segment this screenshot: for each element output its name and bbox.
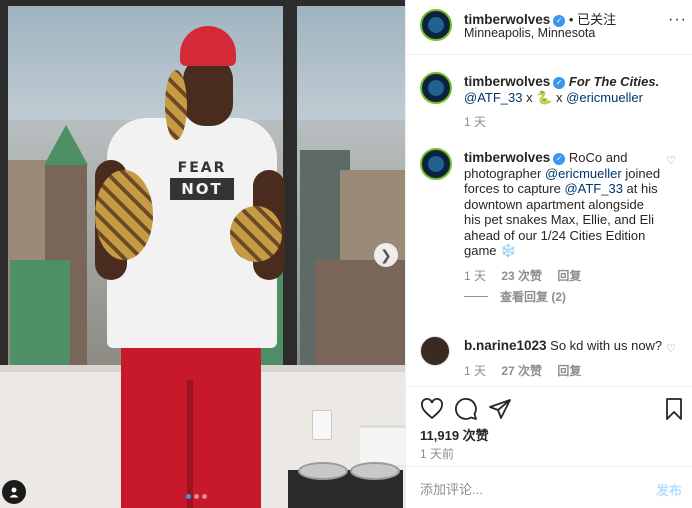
header-username[interactable]: timberwolves (464, 12, 550, 27)
comment-time: 1 天 (464, 268, 487, 283)
comment-like-heart-icon[interactable]: ♡ (666, 342, 676, 355)
carousel-dot (186, 494, 191, 499)
snake-right-hand (230, 206, 282, 262)
comment-composer: 发布 (406, 466, 692, 508)
comment-time: 1 天 (464, 363, 487, 378)
caption-italic: For The Cities. (568, 74, 660, 89)
snake-shoulder (165, 70, 187, 140)
comment-time: 1 天 (464, 115, 487, 129)
profile-avatar[interactable] (420, 148, 452, 180)
wall-outlet (312, 410, 332, 440)
counter (360, 425, 405, 465)
mention-link[interactable]: @ATF_33 (464, 90, 522, 105)
carousel-dot (202, 494, 207, 499)
verified-badge-icon: ✓ (553, 77, 566, 89)
view-replies-button[interactable]: 查看回复 (2) (464, 290, 664, 306)
more-options-icon[interactable]: ··· (668, 11, 687, 29)
carousel-pagination (186, 494, 207, 499)
like-heart-icon[interactable] (420, 397, 444, 421)
comment-username[interactable]: timberwolves (464, 74, 550, 89)
like-count[interactable]: 11,919 次赞 (420, 425, 489, 444)
post-timestamp[interactable]: 1 天前 (420, 445, 454, 462)
snowflake-emoji: ❄️ (500, 243, 517, 258)
post-side-panel: timberwolves ✓ • 已关注 Minneapolis, Minneso… (405, 0, 692, 508)
save-bookmark-icon[interactable] (662, 397, 686, 421)
snake-left-hand (95, 170, 153, 260)
mention-link[interactable]: @ericmueller (566, 90, 643, 105)
reply-button[interactable]: 回复 (557, 269, 581, 283)
comment-username[interactable]: b.narine1023 (464, 338, 547, 353)
verified-badge-icon: ✓ (553, 153, 566, 165)
comment-likes[interactable]: 23 次赞 (501, 269, 542, 283)
carousel-dot (194, 494, 199, 499)
next-photo-button[interactable]: ❯ (374, 243, 398, 267)
shirt-text-not: NOT (170, 178, 234, 200)
snake-emoji: 🐍 (536, 89, 553, 105)
profile-avatar[interactable] (420, 336, 450, 366)
comment-likes[interactable]: 27 次赞 (501, 364, 542, 378)
pet-bowl (298, 462, 348, 480)
comment-like-heart-icon[interactable]: ♡ (666, 154, 676, 167)
post-photo[interactable]: FEAR NOT ❯ (0, 0, 405, 508)
profile-avatar[interactable] (420, 9, 452, 41)
post-header: timberwolves ✓ • 已关注 Minneapolis, Minneso… (406, 0, 692, 55)
comment-username[interactable]: timberwolves (464, 150, 550, 165)
post-location[interactable]: Minneapolis, Minnesota (464, 26, 595, 40)
head (183, 56, 233, 126)
comment-bubble-icon[interactable] (454, 397, 478, 421)
follow-status[interactable]: • 已关注 (569, 12, 616, 27)
pet-bowl (350, 462, 400, 480)
post-comment-button[interactable]: 发布 (656, 480, 682, 499)
shirt-text-fear: FEAR (177, 160, 227, 176)
mention-link[interactable]: @ericmueller (545, 166, 622, 181)
comments-list[interactable]: timberwolves ✓ For The Cities. @ATF_33 x … (406, 56, 692, 386)
share-send-icon[interactable] (488, 397, 512, 421)
user-tag-button[interactable] (2, 480, 26, 504)
red-beanie (180, 26, 236, 66)
reply-button[interactable]: 回复 (557, 364, 581, 378)
user-tag-icon (9, 487, 19, 498)
chevron-right-icon: ❯ (380, 246, 392, 263)
window-frame (283, 0, 297, 370)
mention-link[interactable]: @ATF_33 (564, 181, 622, 196)
post-actions: 11,919 次赞 1 天前 (406, 386, 692, 466)
add-comment-input[interactable] (420, 479, 640, 499)
shirt-print: FEAR NOT (170, 160, 234, 200)
person: FEAR NOT (95, 20, 285, 508)
profile-avatar[interactable] (420, 72, 452, 104)
